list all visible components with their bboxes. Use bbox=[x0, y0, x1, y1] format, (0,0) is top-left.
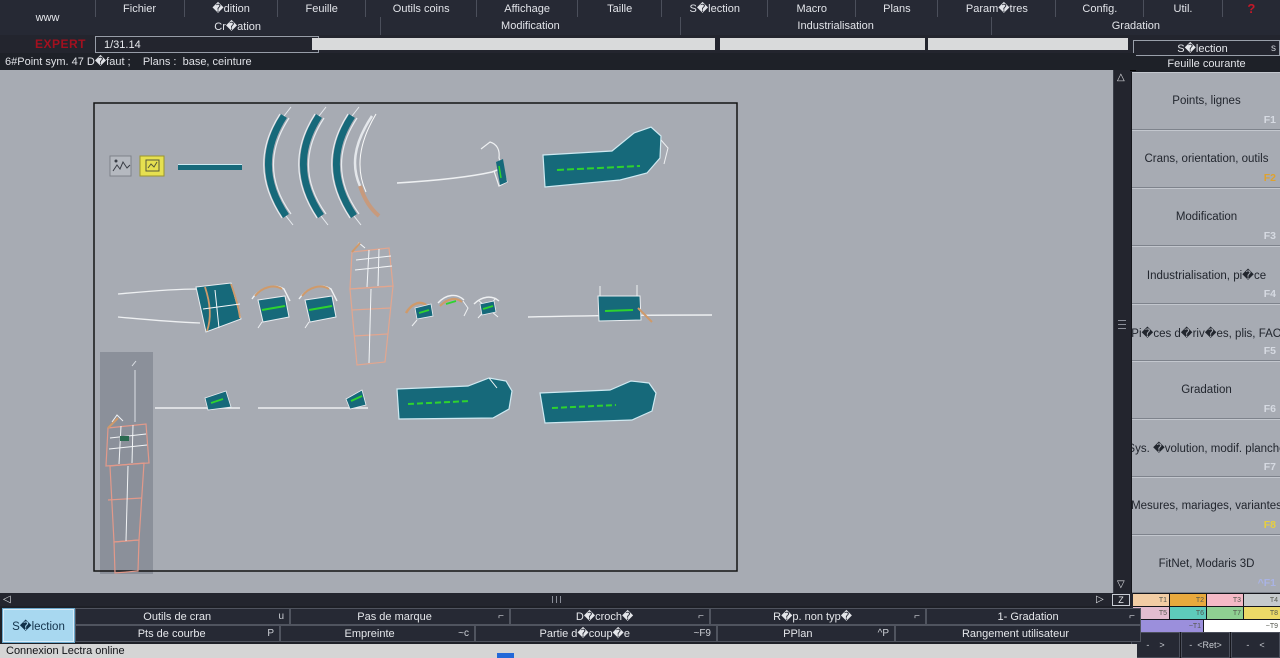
scroll-left-icon[interactable]: ◁ bbox=[3, 595, 11, 605]
fkey-f6: F6 bbox=[1264, 403, 1276, 415]
fkey-f3: F3 bbox=[1264, 230, 1276, 242]
menu-modification[interactable]: Modification bbox=[380, 17, 679, 35]
menubar-groups: Cr�ation Modification Industrialisation … bbox=[95, 17, 1280, 36]
zoom-z-button[interactable]: Z bbox=[1112, 594, 1130, 606]
pattern-canvas[interactable] bbox=[0, 70, 1113, 593]
swatch-t3[interactable]: T3 bbox=[1207, 594, 1243, 606]
sidebar-item-mesures-mariages-variantes[interactable]: Mesures, mariages, variantes F8 bbox=[1132, 477, 1280, 535]
taskbar-peek bbox=[497, 653, 514, 658]
sidebar-item-pieces-derivees-plis-fao[interactable]: Pi�ces d�riv�es, plis, FAO F5 bbox=[1132, 304, 1280, 362]
size-swatch-row-1: T1 T2 T3 T4 bbox=[1133, 593, 1280, 606]
scale-field[interactable]: 1/31.14 bbox=[95, 36, 319, 53]
fkey-f1: F1 bbox=[1264, 114, 1276, 126]
menu-fichier[interactable]: Fichier bbox=[95, 0, 184, 17]
menu-taille[interactable]: Taille bbox=[577, 0, 661, 17]
hscroll-grip[interactable] bbox=[552, 596, 553, 603]
scroll-up-icon[interactable]: △ bbox=[1117, 73, 1125, 83]
menu-outils-coins[interactable]: Outils coins bbox=[365, 0, 476, 17]
menu-config[interactable]: Config. bbox=[1055, 0, 1143, 17]
piece-icon[interactable] bbox=[110, 156, 131, 176]
sidebar-item-crans-orientation-outils[interactable]: Crans, orientation, outils F2 bbox=[1132, 130, 1280, 188]
pattern-pieces bbox=[0, 70, 1113, 593]
fkey-f4: F4 bbox=[1264, 288, 1276, 300]
fkey-f2: F2 bbox=[1264, 172, 1276, 184]
bottom-toolbar: S�lection Outils de cran u Pas de marque… bbox=[0, 606, 1131, 644]
sidebar-item-fitnet-modaris-3d[interactable]: FitNet, Modaris 3D ^F1 bbox=[1132, 535, 1280, 593]
menu-help-icon[interactable]: ? bbox=[1222, 0, 1280, 17]
sheet-nav-buttons: - > - <Ret> - < bbox=[1131, 632, 1280, 658]
fkey-f8: F8 bbox=[1264, 519, 1276, 531]
swatch-tilde-t1[interactable]: ~T1 bbox=[1133, 620, 1203, 632]
tool-rep-non-type[interactable]: R�p. non typ� ⌐ bbox=[710, 608, 926, 625]
swatch-tilde-t9[interactable]: ~T9 bbox=[1204, 620, 1280, 632]
menu-gradation[interactable]: Gradation bbox=[991, 17, 1280, 35]
input-bar-1[interactable] bbox=[312, 38, 715, 50]
tool-outils-de-cran[interactable]: Outils de cran u bbox=[75, 608, 290, 625]
swatch-t4[interactable]: T4 bbox=[1244, 594, 1280, 606]
tool-pplan[interactable]: PPlan ^P bbox=[717, 625, 895, 642]
swatch-t8[interactable]: T8 bbox=[1244, 607, 1280, 619]
menu-creation[interactable]: Cr�ation bbox=[95, 17, 380, 35]
selected-piece-icon[interactable] bbox=[140, 156, 164, 176]
input-bar-2[interactable] bbox=[720, 38, 925, 50]
mode-row: EXPERT 1/31.14 bbox=[0, 35, 1280, 54]
tool-rangement-utilisateur[interactable]: Rangement utilisateur bbox=[895, 625, 1141, 642]
status-bar: 6#Point sym. 47 D�faut ; Plans : base, c… bbox=[0, 53, 1136, 71]
menu-edition[interactable]: �dition bbox=[184, 0, 277, 17]
connection-status: Connexion Lectra online bbox=[0, 644, 1137, 658]
swatch-t2[interactable]: T2 bbox=[1170, 594, 1206, 606]
size-swatch-row-2: T5 T6 T7 T8 bbox=[1133, 606, 1280, 619]
vertical-scrollbar[interactable]: △ ▽ bbox=[1113, 70, 1130, 593]
corner-flag-icon: ⌐ bbox=[914, 611, 925, 622]
corner-flag-icon: ⌐ bbox=[1129, 611, 1140, 622]
menu-parametres[interactable]: Param�tres bbox=[937, 0, 1055, 17]
swatch-t1[interactable]: T1 bbox=[1133, 594, 1169, 606]
sidebar-subheader[interactable]: Feuille courante bbox=[1133, 56, 1280, 72]
fkey-f5: F5 bbox=[1264, 345, 1276, 357]
modaris-window: Fichier �dition Feuille Outils coins Aff… bbox=[0, 0, 1280, 658]
tool-pas-de-marque[interactable]: Pas de marque ⌐ bbox=[290, 608, 510, 625]
tool-partie-decoupee[interactable]: Partie d�coup�e ~F9 bbox=[475, 625, 717, 642]
menu-util[interactable]: Util. bbox=[1143, 0, 1221, 17]
sidebar-header-key: s bbox=[1271, 43, 1279, 54]
menu-selection[interactable]: S�lection bbox=[661, 0, 767, 17]
vscroll-grip[interactable] bbox=[1118, 320, 1126, 321]
fkey-ctrl-f1: ^F1 bbox=[1258, 577, 1276, 589]
size-swatch-row-3: ~T1 ~T9 bbox=[1133, 619, 1280, 632]
sidebar-item-points-lignes[interactable]: Points, lignes F1 bbox=[1132, 72, 1280, 130]
input-bar-3[interactable] bbox=[928, 38, 1128, 50]
sidebar-header-label: S�lection bbox=[1134, 42, 1271, 55]
selection-tool-button[interactable]: S�lection bbox=[2, 608, 75, 643]
www-button[interactable]: www bbox=[0, 0, 96, 36]
menubar: Fichier �dition Feuille Outils coins Aff… bbox=[95, 0, 1280, 18]
horizontal-scrollbar[interactable]: ◁ ▷ Z bbox=[0, 593, 1131, 606]
corner-flag-icon: ⌐ bbox=[498, 611, 509, 622]
menu-industrialisation[interactable]: Industrialisation bbox=[680, 17, 991, 35]
tool-decroche[interactable]: D�croch� ⌐ bbox=[510, 608, 710, 625]
fkey-f7: F7 bbox=[1264, 461, 1276, 473]
corner-flag-icon: ⌐ bbox=[698, 611, 709, 622]
sidebar: Points, lignes F1 Crans, orientation, ou… bbox=[1131, 72, 1280, 593]
sidebar-item-industrialisation-piece[interactable]: Industrialisation, pi�ce F4 bbox=[1132, 246, 1280, 304]
menu-plans[interactable]: Plans bbox=[855, 0, 937, 17]
menu-macro[interactable]: Macro bbox=[767, 0, 855, 17]
expert-mode-label: EXPERT bbox=[35, 37, 86, 51]
nav-prev-button[interactable]: - < bbox=[1231, 632, 1280, 658]
tool-pts-de-courbe[interactable]: Pts de courbe P bbox=[75, 625, 280, 642]
swatch-t6[interactable]: T6 bbox=[1170, 607, 1206, 619]
menu-feuille[interactable]: Feuille bbox=[277, 0, 365, 17]
tool-1-gradation[interactable]: 1- Gradation ⌐ bbox=[926, 608, 1141, 625]
sidebar-item-modification[interactable]: Modification F3 bbox=[1132, 188, 1280, 246]
sidebar-item-gradation[interactable]: Gradation F6 bbox=[1132, 361, 1280, 419]
scroll-down-icon[interactable]: ▽ bbox=[1117, 580, 1125, 590]
sidebar-header[interactable]: S�lection s bbox=[1133, 40, 1280, 56]
sidebar-item-sys-evolution-modif-planche[interactable]: Sys. �volution, modif. planche F7 bbox=[1132, 419, 1280, 477]
menu-affichage[interactable]: Affichage bbox=[476, 0, 577, 17]
swatch-t7[interactable]: T7 bbox=[1207, 607, 1243, 619]
nav-return-button[interactable]: - <Ret> bbox=[1181, 632, 1230, 658]
tool-empreinte[interactable]: Empreinte ~c bbox=[280, 625, 475, 642]
scroll-right-icon[interactable]: ▷ bbox=[1096, 595, 1104, 605]
